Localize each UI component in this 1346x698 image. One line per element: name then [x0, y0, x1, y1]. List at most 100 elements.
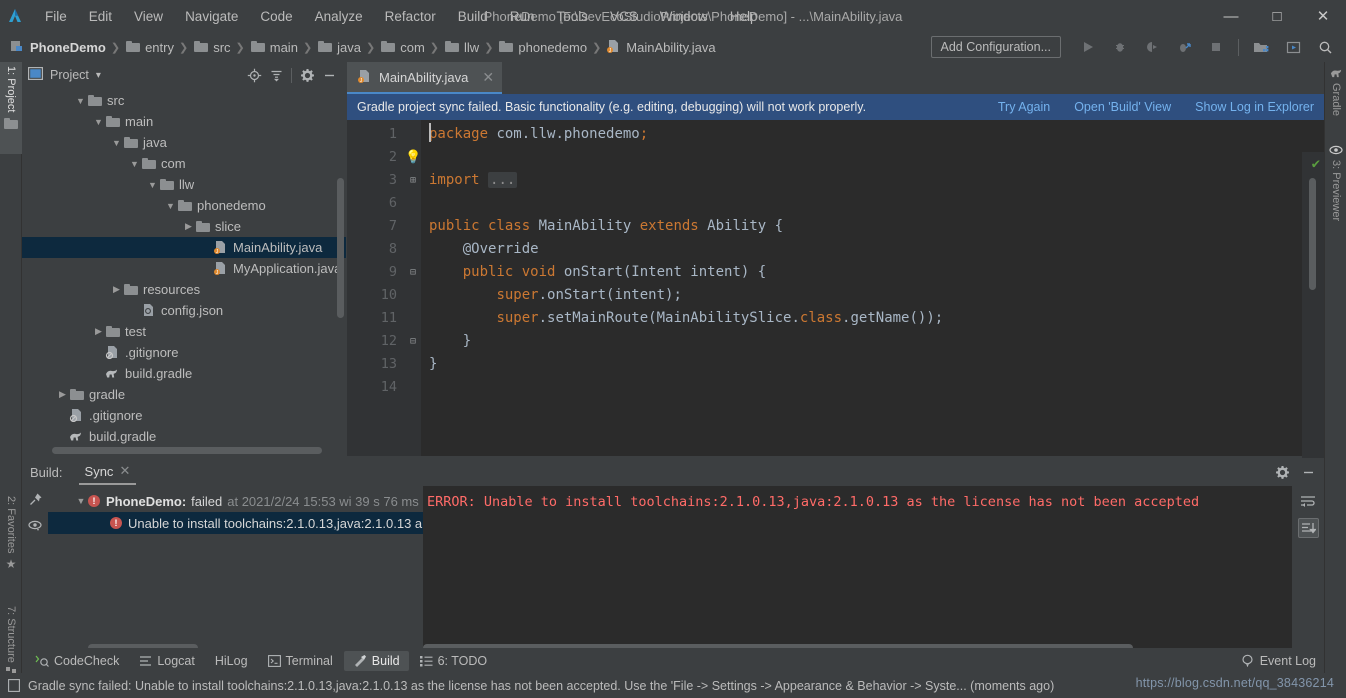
- intention-bulb-icon[interactable]: 💡: [405, 146, 421, 169]
- try-again-link[interactable]: Try Again: [998, 100, 1050, 114]
- scroll-to-end-icon[interactable]: [1297, 518, 1319, 538]
- project-tree-horizontal-scrollbar[interactable]: [52, 447, 322, 454]
- soft-wrap-icon[interactable]: [1300, 494, 1316, 508]
- close-icon[interactable]: ✕: [482, 69, 494, 86]
- menu-item-tools[interactable]: Tools: [546, 5, 600, 28]
- tree-item-src[interactable]: ▼ src: [22, 90, 346, 111]
- tab-logcat[interactable]: Logcat: [130, 651, 204, 671]
- tab-hilog[interactable]: HiLog: [206, 651, 257, 671]
- profiler-icon[interactable]: [1169, 34, 1199, 60]
- project-tree[interactable]: ▼ src ▼ main ▼ java ▼ com ▼ llw ▼ phoned…: [22, 88, 346, 456]
- chevron-down-icon[interactable]: ▼: [110, 138, 123, 148]
- breadcrumb-item-mainability[interactable]: J MainAbility.java: [606, 39, 716, 55]
- breadcrumb-item-com[interactable]: com ❯: [380, 39, 444, 55]
- menu-item-refactor[interactable]: Refactor: [374, 5, 447, 28]
- breadcrumb-item-phonedemo[interactable]: PhoneDemo ❯: [10, 39, 125, 55]
- tree-item-myapplication-java[interactable]: J MyApplication.java: [22, 258, 346, 279]
- build-result-tree[interactable]: ▼ ! PhoneDemo: failed at 2021/2/24 15:53…: [48, 486, 423, 656]
- sdk-manager-icon[interactable]: [1278, 34, 1308, 60]
- hide-icon[interactable]: [318, 64, 340, 86]
- debug-icon[interactable]: [1105, 34, 1135, 60]
- tree-item-gradle-folder[interactable]: ▶ gradle: [22, 384, 346, 405]
- run-coverage-icon[interactable]: [1137, 34, 1167, 60]
- tab-sync[interactable]: Sync ✕: [78, 459, 137, 485]
- breadcrumb-item-llw[interactable]: llw ❯: [444, 39, 498, 55]
- tree-item-config-json[interactable]: config.json: [22, 300, 346, 321]
- breadcrumb-item-phonedemo-pkg[interactable]: phonedemo ❯: [498, 39, 606, 55]
- chevron-down-icon[interactable]: ▼: [92, 117, 105, 127]
- tab-terminal[interactable]: Terminal: [259, 651, 342, 671]
- tree-item-mainability-java[interactable]: J MainAbility.java: [22, 237, 346, 258]
- fold-expand-imports-icon[interactable]: ⊞: [405, 169, 421, 192]
- tree-item-test[interactable]: ▶ test: [22, 321, 346, 342]
- window-controls[interactable]: — □ ✕: [1208, 0, 1346, 32]
- menu-item-build[interactable]: Build: [447, 5, 499, 28]
- show-log-in-explorer-link[interactable]: Show Log in Explorer: [1195, 100, 1314, 114]
- chevron-down-icon[interactable]: ▼: [74, 496, 88, 506]
- tree-item-build-gradle-root[interactable]: build.gradle: [22, 426, 346, 447]
- chevron-down-icon[interactable]: ▼: [164, 201, 177, 211]
- pin-icon[interactable]: [28, 492, 43, 507]
- chevron-right-icon[interactable]: ▶: [110, 284, 123, 295]
- tree-item-resources[interactable]: ▶ resources: [22, 279, 346, 300]
- chevron-right-icon[interactable]: ▶: [92, 326, 105, 337]
- tree-item-gitignore-root[interactable]: .gitignore: [22, 405, 346, 426]
- sidebar-item-favorites[interactable]: 2: Favorites ★: [0, 492, 22, 602]
- chevron-down-icon[interactable]: ▼: [146, 180, 159, 190]
- close-button[interactable]: ✕: [1300, 0, 1346, 32]
- inspection-ok-icon[interactable]: ✔: [1312, 156, 1320, 172]
- menu-bar[interactable]: File Edit View Navigate Code Analyze Ref…: [34, 5, 769, 28]
- stop-icon[interactable]: [1201, 34, 1231, 60]
- chevron-down-icon[interactable]: ▾: [96, 70, 101, 81]
- build-tree-row-error[interactable]: ! Unable to install toolchains:2.1.0.13,…: [48, 512, 423, 534]
- menu-item-vcs[interactable]: VCS: [599, 5, 649, 28]
- menu-item-analyze[interactable]: Analyze: [304, 5, 374, 28]
- breadcrumb-item-src[interactable]: src ❯: [193, 39, 250, 55]
- device-manager-icon[interactable]: [1246, 34, 1276, 60]
- breadcrumb-item-entry[interactable]: entry ❯: [125, 39, 193, 55]
- gear-icon[interactable]: [296, 64, 318, 86]
- event-log-button[interactable]: Event Log: [1241, 654, 1316, 668]
- tab-todo[interactable]: 6: TODO: [411, 651, 497, 671]
- chevron-down-icon[interactable]: ▼: [128, 159, 141, 169]
- fold-collapse-end-icon[interactable]: ⊟: [405, 330, 421, 353]
- open-build-view-link[interactable]: Open 'Build' View: [1074, 100, 1171, 114]
- tab-mainability-java[interactable]: J MainAbility.java ✕: [347, 62, 503, 94]
- menu-item-view[interactable]: View: [123, 5, 174, 28]
- sidebar-item-gradle[interactable]: Gradle: [1325, 62, 1346, 132]
- build-tree-row-root[interactable]: ▼ ! PhoneDemo: failed at 2021/2/24 15:53…: [48, 490, 423, 512]
- menu-item-navigate[interactable]: Navigate: [174, 5, 249, 28]
- build-console[interactable]: ERROR: Unable to install toolchains:2.1.…: [423, 486, 1324, 656]
- minimize-button[interactable]: —: [1208, 0, 1254, 32]
- code-text[interactable]: package com.llw.phonedemo; import ... pu…: [421, 120, 1324, 456]
- gear-icon[interactable]: [1270, 460, 1294, 484]
- project-tree-vertical-scrollbar[interactable]: [337, 178, 344, 318]
- run-icon[interactable]: [1073, 34, 1103, 60]
- tree-item-java[interactable]: ▼ java: [22, 132, 346, 153]
- menu-item-run[interactable]: Run: [499, 5, 546, 28]
- menu-item-code[interactable]: Code: [249, 5, 303, 28]
- tree-item-slice[interactable]: ▶ slice: [22, 216, 346, 237]
- chevron-right-icon[interactable]: ▶: [56, 389, 69, 400]
- menu-item-help[interactable]: Help: [719, 5, 769, 28]
- chevron-right-icon[interactable]: ▶: [182, 221, 195, 232]
- tree-item-llw[interactable]: ▼ llw: [22, 174, 346, 195]
- search-everywhere-icon[interactable]: [1310, 34, 1340, 60]
- menu-item-edit[interactable]: Edit: [78, 5, 123, 28]
- eye-icon[interactable]: [27, 519, 43, 532]
- code-editor[interactable]: 1 2 3 6 7 8 9 10 11 12 13 14 💡 ⊞ ⊟ ⊟ pac…: [347, 120, 1324, 514]
- breadcrumb-item-main[interactable]: main ❯: [250, 39, 317, 55]
- editor-vertical-scrollbar[interactable]: [1309, 178, 1316, 290]
- maximize-button[interactable]: □: [1254, 0, 1300, 32]
- tree-item-gitignore-entry[interactable]: .gitignore: [22, 342, 346, 363]
- hide-icon[interactable]: [1296, 460, 1320, 484]
- tree-item-main[interactable]: ▼ main: [22, 111, 346, 132]
- menu-item-window[interactable]: Window: [649, 5, 719, 28]
- sidebar-item-previewer[interactable]: 3: Previewer: [1325, 140, 1346, 260]
- collapse-all-icon[interactable]: [265, 64, 287, 86]
- close-icon[interactable]: ✕: [119, 463, 130, 479]
- tab-build[interactable]: Build: [343, 650, 409, 671]
- tab-codecheck[interactable]: CodeCheck: [26, 651, 128, 671]
- fold-collapse-method-icon[interactable]: ⊟: [405, 261, 421, 284]
- tree-item-build-gradle-entry[interactable]: build.gradle: [22, 363, 346, 384]
